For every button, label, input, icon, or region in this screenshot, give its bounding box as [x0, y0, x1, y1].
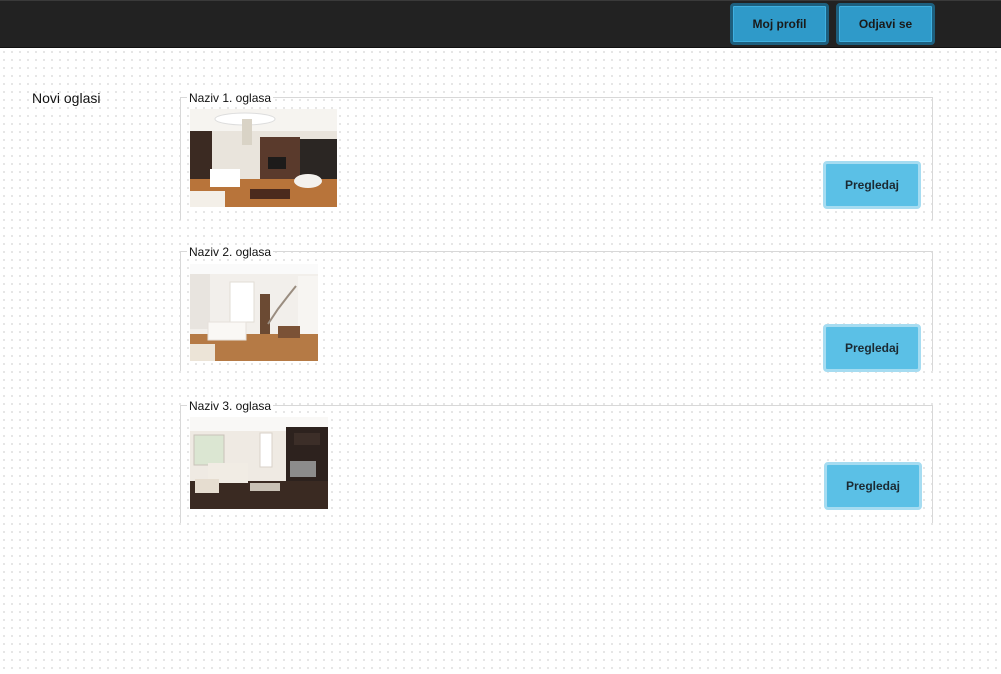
listing-card: Naziv 2. oglasa Pregledaj [180, 245, 933, 372]
my-profile-button[interactable]: Moj profil [730, 3, 829, 45]
listing-image[interactable] [190, 417, 328, 509]
listing-card: Naziv 1. oglasa Pregledaj [180, 91, 933, 220]
logout-button[interactable]: Odjavi se [836, 3, 935, 45]
top-navbar: Moj profil Odjavi se [0, 0, 1001, 48]
view-listing-button[interactable]: Pregledaj [824, 462, 922, 510]
listing-image[interactable] [190, 109, 337, 207]
view-listing-button[interactable]: Pregledaj [823, 324, 921, 372]
listing-title: Naziv 2. oglasa [187, 245, 274, 259]
listing-title: Naziv 1. oglasa [187, 91, 274, 105]
sidebar-title: Novi oglasi [32, 90, 101, 106]
listing-title: Naziv 3. oglasa [187, 399, 274, 413]
listing-image[interactable] [190, 264, 318, 361]
listing-card: Naziv 3. oglasa Pregledaj [180, 399, 933, 523]
view-listing-button[interactable]: Pregledaj [823, 161, 921, 209]
